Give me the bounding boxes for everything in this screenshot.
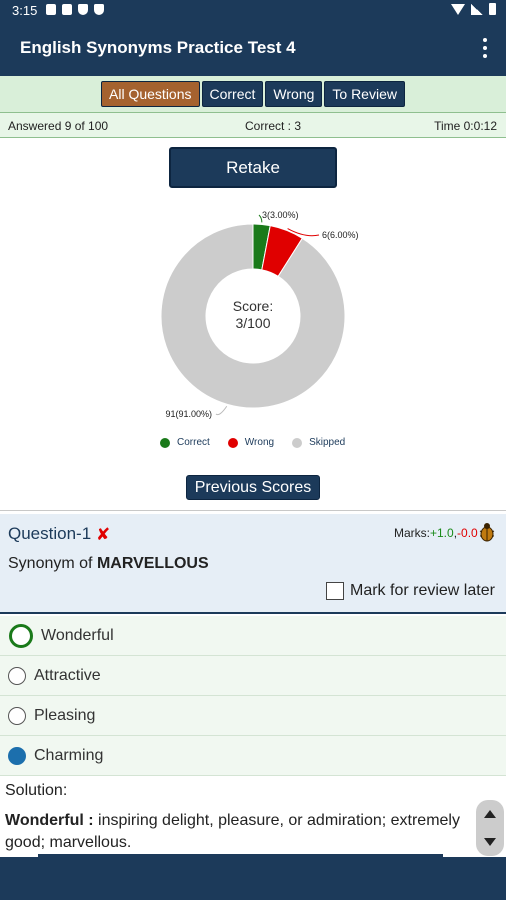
wrong-cross-icon: ✘ bbox=[96, 525, 111, 544]
marks-plus: +1.0 bbox=[430, 526, 454, 540]
marks-label: Marks: bbox=[394, 526, 430, 540]
question-keyword: MARVELLOUS bbox=[96, 555, 209, 572]
marks-info: Marks:+1.0,-0.0 bbox=[394, 526, 478, 540]
notification-icons bbox=[46, 4, 104, 15]
option-3[interactable]: Pleasing bbox=[0, 696, 506, 736]
chart-legend: Correct Wrong Skipped bbox=[160, 437, 345, 448]
bottom-nav-bar bbox=[0, 857, 506, 900]
question-number: Question-1 bbox=[8, 524, 92, 543]
score-donut-chart: 3(3.00%) 6(6.00%) 91(91.00%) Score: 3/100 bbox=[160, 210, 359, 419]
option-label: Charming bbox=[34, 747, 104, 764]
report-bug-icon[interactable] bbox=[479, 521, 495, 543]
question-prompt: Synonym of MARVELLOUS bbox=[8, 555, 209, 573]
tab-to-review[interactable]: To Review bbox=[324, 81, 405, 107]
solution-section: Solution: Wonderful : inspiring delight,… bbox=[0, 776, 506, 856]
answered-count: Answered 9 of 100 bbox=[8, 119, 109, 133]
slice-label-correct: 3(3.00%) bbox=[262, 210, 299, 220]
tab-wrong[interactable]: Wrong bbox=[265, 81, 323, 107]
legend-dot-correct bbox=[160, 437, 170, 448]
status-bar: 3:15 bbox=[0, 0, 506, 22]
legend-label-wrong: Wrong bbox=[244, 437, 275, 448]
solution-title: Solution: bbox=[5, 782, 68, 799]
score-center-title: Score: bbox=[233, 298, 273, 314]
selected-radio-icon bbox=[8, 747, 26, 765]
shield-icon bbox=[78, 4, 88, 15]
tab-all-questions[interactable]: All Questions bbox=[101, 81, 200, 107]
legend-item-skipped: Skipped bbox=[292, 437, 345, 448]
legend-label-skipped: Skipped bbox=[309, 437, 346, 448]
radio-icon bbox=[8, 707, 26, 725]
image-notification-icon bbox=[46, 4, 56, 15]
slice-label-skipped-leader bbox=[215, 405, 228, 416]
mark-for-review[interactable]: Mark for review later bbox=[326, 582, 495, 600]
system-icons bbox=[451, 3, 496, 15]
legend-item-wrong: Wrong bbox=[227, 437, 275, 448]
page-title: English Synonyms Practice Test 4 bbox=[20, 38, 296, 57]
review-checkbox[interactable] bbox=[326, 582, 344, 600]
signal-icon bbox=[471, 3, 483, 15]
previous-scores-button[interactable]: Previous Scores bbox=[186, 475, 320, 500]
legend-dot-wrong bbox=[227, 437, 238, 448]
review-label: Mark for review later bbox=[350, 582, 495, 599]
slice-label-wrong: 6(6.00%) bbox=[322, 230, 359, 240]
shield-icon-2 bbox=[94, 4, 104, 15]
marks-minus: -0.0 bbox=[457, 526, 478, 540]
wifi-icon bbox=[451, 3, 465, 15]
option-label: Pleasing bbox=[34, 707, 96, 724]
option-label: Attractive bbox=[34, 667, 101, 684]
app-bar: English Synonyms Practice Test 4 bbox=[0, 22, 506, 76]
battery-icon bbox=[489, 3, 496, 15]
legend-label-correct: Correct bbox=[177, 437, 210, 448]
score-center-value: 3/100 bbox=[235, 315, 270, 331]
option-4[interactable]: Charming bbox=[0, 736, 506, 776]
scroll-up-icon[interactable] bbox=[484, 810, 496, 818]
correct-count: Correct : 3 bbox=[245, 119, 302, 133]
elapsed-time: Time 0:0:12 bbox=[434, 119, 497, 133]
option-2[interactable]: Attractive bbox=[0, 656, 506, 696]
progress-info-bar: Answered 9 of 100 Correct : 3 Time 0:0:1… bbox=[0, 112, 506, 138]
status-time: 3:15 bbox=[12, 3, 38, 18]
solution-text: Wonderful : inspiring delight, pleasure,… bbox=[5, 810, 465, 854]
app-notification-icon bbox=[62, 4, 72, 15]
tab-correct[interactable]: Correct bbox=[201, 81, 264, 107]
option-1[interactable]: Wonderful bbox=[0, 616, 506, 656]
question-prompt-prefix: Synonym of bbox=[8, 555, 97, 572]
legend-dot-skipped bbox=[292, 437, 303, 448]
solution-term: Wonderful : bbox=[5, 812, 94, 829]
question-panel: Question-1 ✘ Marks:+1.0,-0.0 Synonym of … bbox=[0, 514, 506, 614]
more-vert-icon[interactable] bbox=[482, 38, 488, 58]
option-label: Wonderful bbox=[41, 627, 114, 644]
correct-radio-icon bbox=[9, 624, 33, 648]
retake-button[interactable]: Retake bbox=[169, 147, 337, 188]
filter-tabs: All Questions Correct Wrong To Review bbox=[0, 76, 506, 112]
radio-icon bbox=[8, 667, 26, 685]
scroll-down-icon[interactable] bbox=[484, 838, 496, 846]
legend-item-correct: Correct bbox=[160, 437, 210, 448]
slice-label-skipped: 91(91.00%) bbox=[165, 409, 212, 419]
answer-options: Wonderful Attractive Pleasing Charming bbox=[0, 616, 506, 776]
divider bbox=[0, 510, 506, 511]
scroll-control bbox=[476, 800, 504, 856]
